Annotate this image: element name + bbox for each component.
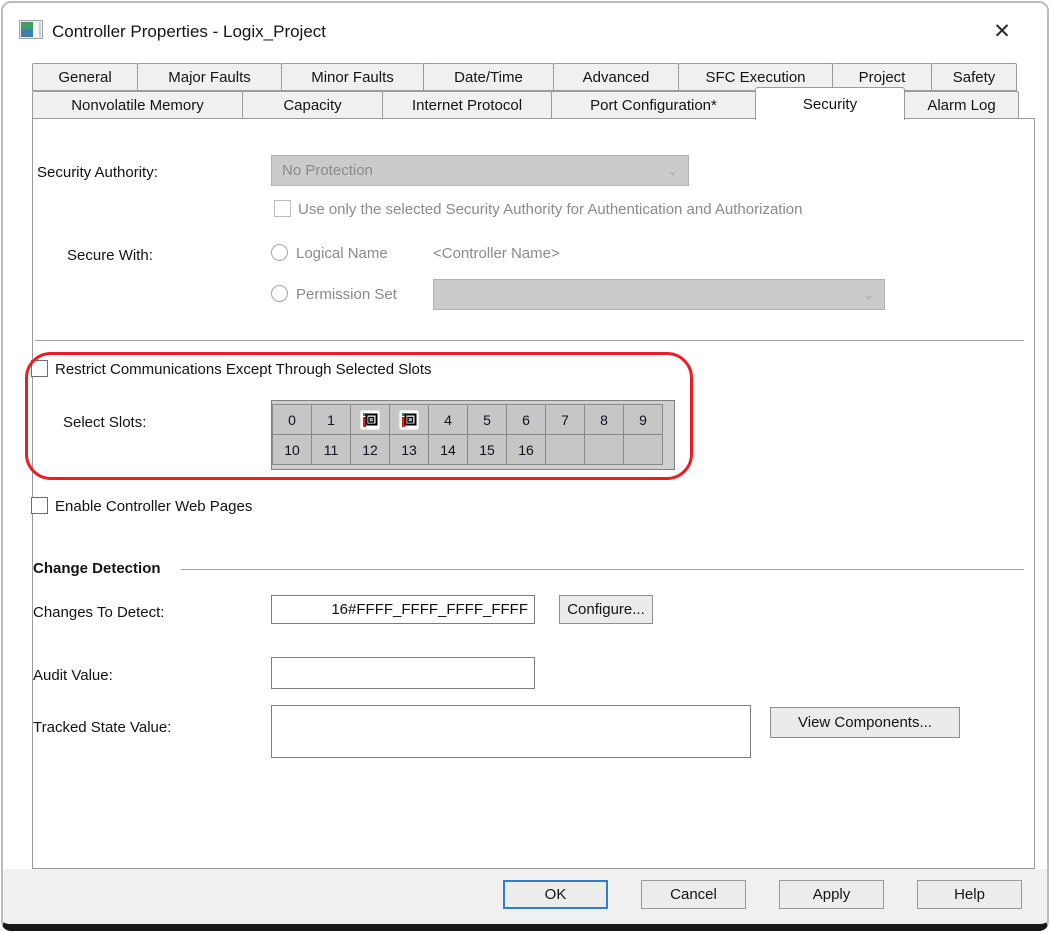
- permission-set-radio[interactable]: [271, 285, 288, 302]
- tab-minor-faults[interactable]: Minor Faults: [281, 63, 424, 91]
- slot-cell[interactable]: 13: [390, 435, 428, 464]
- slot-cell[interactable]: 10: [273, 435, 311, 464]
- permission-set-select[interactable]: ⌄: [433, 279, 885, 310]
- tab-safety[interactable]: Safety: [931, 63, 1017, 91]
- slot-cell[interactable]: 16: [507, 435, 545, 464]
- slot-cell[interactable]: [585, 435, 623, 464]
- enable-web-pages-label: Enable Controller Web Pages: [55, 498, 252, 515]
- tab-alarm-log[interactable]: Alarm Log: [904, 91, 1019, 119]
- configure-button[interactable]: Configure...: [559, 595, 653, 624]
- slot-grid-cells: 0145678910111213141516: [272, 404, 663, 465]
- group-divider: [181, 569, 1024, 570]
- changes-to-detect-label: Changes To Detect:: [33, 604, 164, 621]
- security-authority-value: No Protection: [282, 162, 373, 179]
- window-icon: [19, 20, 43, 39]
- slot-grid[interactable]: 0145678910111213141516: [271, 400, 675, 470]
- slot-cell[interactable]: 12: [351, 435, 389, 464]
- tab-nonvolatile-memory[interactable]: Nonvolatile Memory: [32, 91, 243, 119]
- slot-cell[interactable]: 11: [312, 435, 350, 464]
- slot-cell[interactable]: 15: [468, 435, 506, 464]
- slot-cell[interactable]: 7: [546, 405, 584, 434]
- slot-cell[interactable]: 4: [429, 405, 467, 434]
- controller-properties-dialog: Controller Properties - Logix_Project ✕ …: [1, 1, 1049, 931]
- chevron-down-icon: ⌄: [863, 287, 874, 303]
- logical-name-radio[interactable]: [271, 244, 288, 261]
- tab-date-time[interactable]: Date/Time: [423, 63, 554, 91]
- view-components-button[interactable]: View Components...: [770, 707, 960, 738]
- change-detection-heading: Change Detection: [33, 560, 161, 577]
- security-authority-label: Security Authority:: [37, 164, 158, 181]
- slot-cell[interactable]: 9: [624, 405, 662, 434]
- slot-cell[interactable]: [624, 435, 662, 464]
- tab-row-2: Nonvolatile MemoryCapacityInternet Proto…: [32, 91, 1018, 119]
- module-icon: [360, 410, 380, 430]
- tab-advanced[interactable]: Advanced: [553, 63, 679, 91]
- tab-port-configuration-[interactable]: Port Configuration*: [551, 91, 756, 119]
- slot-cell[interactable]: [351, 405, 389, 434]
- slot-cell[interactable]: [390, 405, 428, 434]
- slot-cell[interactable]: 14: [429, 435, 467, 464]
- security-authority-select[interactable]: No Protection ⌄: [271, 155, 689, 186]
- slot-cell[interactable]: 8: [585, 405, 623, 434]
- slot-cell[interactable]: 1: [312, 405, 350, 434]
- tracked-state-value-field[interactable]: [271, 705, 751, 758]
- slot-cell[interactable]: 6: [507, 405, 545, 434]
- use-only-authority-checkbox[interactable]: [274, 200, 291, 217]
- tracked-state-value-label: Tracked State Value:: [33, 719, 171, 736]
- tab-capacity[interactable]: Capacity: [242, 91, 383, 119]
- tab-internet-protocol[interactable]: Internet Protocol: [382, 91, 552, 119]
- slot-cell[interactable]: 0: [273, 405, 311, 434]
- controller-name-value: <Controller Name>: [433, 245, 560, 262]
- module-icon: [399, 410, 419, 430]
- tab-general[interactable]: General: [32, 63, 138, 91]
- chevron-down-icon: ⌄: [667, 163, 678, 179]
- audit-value-label: Audit Value:: [33, 667, 113, 684]
- dialog-title: Controller Properties - Logix_Project: [52, 22, 326, 42]
- changes-to-detect-field[interactable]: 16#FFFF_FFFF_FFFF_FFFF: [271, 595, 535, 624]
- enable-web-pages-checkbox[interactable]: [31, 497, 48, 514]
- tab-major-faults[interactable]: Major Faults: [137, 63, 282, 91]
- select-slots-label: Select Slots:: [63, 414, 146, 431]
- title-bar: Controller Properties - Logix_Project ✕: [3, 3, 1047, 60]
- tab-security[interactable]: Security: [755, 87, 905, 120]
- audit-value-field[interactable]: [271, 657, 535, 689]
- help-button[interactable]: Help: [917, 880, 1022, 909]
- ok-button[interactable]: OK: [503, 880, 608, 909]
- secure-with-label: Secure With:: [67, 247, 153, 264]
- section-divider: [35, 340, 1024, 341]
- apply-button[interactable]: Apply: [779, 880, 884, 909]
- logical-name-label: Logical Name: [296, 245, 388, 262]
- restrict-communications-checkbox[interactable]: [31, 360, 48, 377]
- slot-cell[interactable]: [546, 435, 584, 464]
- use-only-authority-label: Use only the selected Security Authority…: [298, 201, 802, 218]
- permission-set-label: Permission Set: [296, 286, 397, 303]
- cancel-button[interactable]: Cancel: [641, 880, 746, 909]
- close-icon[interactable]: ✕: [985, 15, 1019, 47]
- slot-cell[interactable]: 5: [468, 405, 506, 434]
- restrict-communications-label: Restrict Communications Except Through S…: [55, 361, 432, 378]
